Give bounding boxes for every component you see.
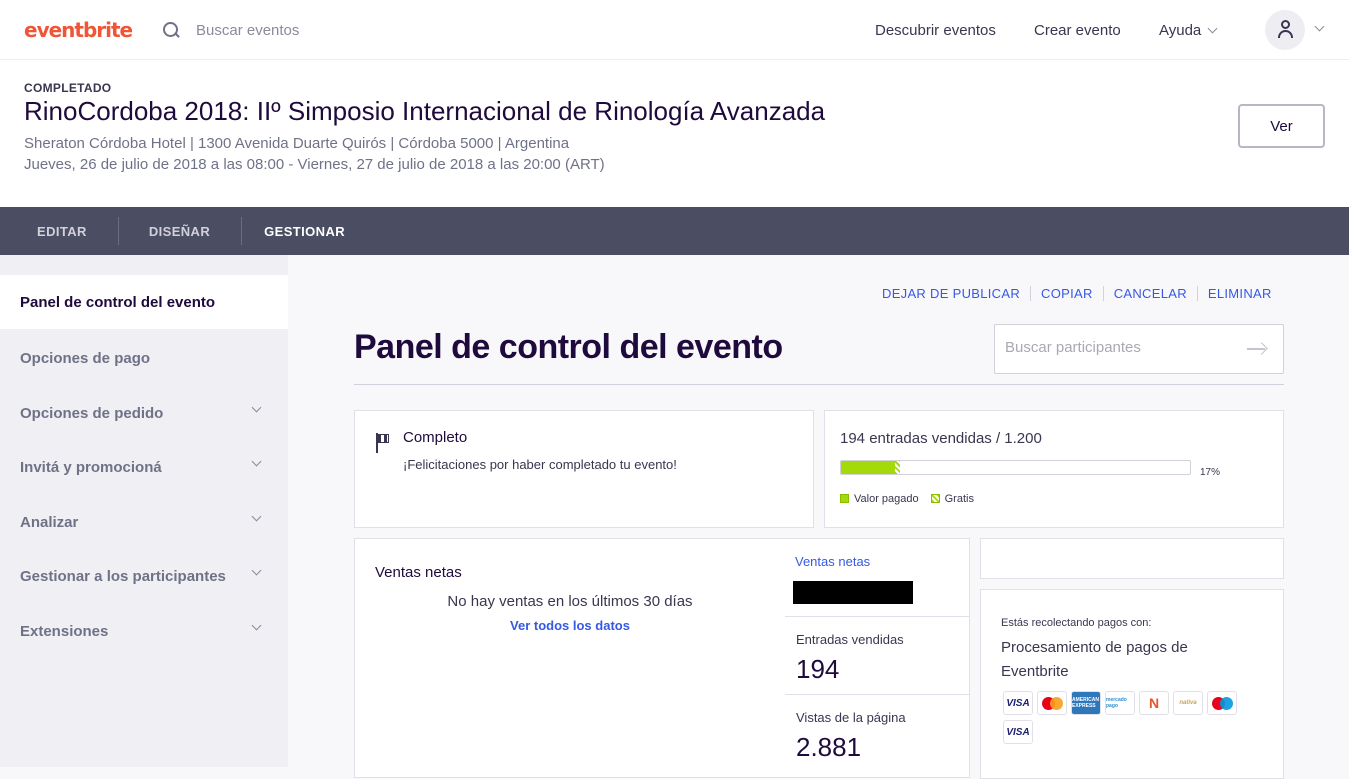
legend-paid: Valor pagado bbox=[840, 493, 919, 505]
completed-title: Completo bbox=[403, 429, 468, 446]
sidebar: Panel de control del evento Opciones de … bbox=[0, 255, 288, 767]
sidebar-item-invite-promote[interactable]: Invitá y promocioná bbox=[0, 440, 288, 494]
net-sales-title: Ventas netas bbox=[375, 564, 462, 581]
tickets-progress-bar bbox=[840, 460, 1191, 475]
chevron-down-icon bbox=[251, 620, 262, 631]
sidebar-item-label: Analizar bbox=[20, 513, 79, 531]
stats-column: Ventas netas Entradas vendidas 194 Vista… bbox=[785, 539, 969, 772]
view-event-button[interactable]: Ver bbox=[1238, 104, 1325, 148]
free-swatch-icon bbox=[930, 494, 940, 503]
american-express-logo-icon: AMERICAN EXPRESS bbox=[1071, 691, 1101, 715]
tickets-sold-card: 194 entradas vendidas / 1.200 17% Valor … bbox=[824, 410, 1284, 528]
divider bbox=[354, 384, 1284, 385]
chevron-down-icon[interactable] bbox=[1314, 21, 1325, 32]
tab-manage[interactable]: GESTIONAR bbox=[241, 207, 376, 255]
copy-link[interactable]: COPIAR bbox=[1030, 286, 1103, 301]
progress-legend: Valor pagado Gratis bbox=[840, 493, 974, 505]
page-views-label: Vistas de la página bbox=[796, 710, 906, 725]
event-search[interactable] bbox=[162, 18, 496, 42]
visa-logo-icon: VISA bbox=[1003, 720, 1033, 744]
maestro-logo-icon bbox=[1207, 691, 1237, 715]
event-date: Jueves, 26 de julio de 2018 a las 08:00 … bbox=[24, 156, 605, 173]
naranja-logo-icon: N bbox=[1139, 691, 1169, 715]
mercado-pago-logo-icon: mercado pago bbox=[1105, 691, 1135, 715]
completed-subtitle: ¡Felicitaciones por haber completado tu … bbox=[403, 457, 677, 472]
payments-card: Estás recolectando pagos con: Procesamie… bbox=[980, 589, 1284, 779]
sidebar-item-label: Extensiones bbox=[20, 622, 109, 640]
chevron-down-icon bbox=[251, 565, 262, 576]
tickets-sold-title: 194 entradas vendidas / 1.200 bbox=[840, 430, 1042, 447]
tickets-sold-value: 194 bbox=[796, 654, 840, 684]
user-menu-button[interactable] bbox=[1265, 10, 1305, 50]
create-event-link[interactable]: Crear evento bbox=[1034, 22, 1121, 39]
progress-percent: 17% bbox=[1200, 467, 1221, 478]
chevron-down-icon bbox=[251, 456, 262, 467]
chevron-down-icon bbox=[1207, 23, 1218, 34]
payments-title: Procesamiento de pagos de Eventbrite bbox=[1001, 639, 1188, 680]
unpublish-link[interactable]: DEJAR DE PUBLICAR bbox=[882, 286, 1030, 301]
sidebar-item-label: Invitá y promocioná bbox=[20, 458, 162, 476]
attendee-search-input[interactable] bbox=[1005, 339, 1235, 356]
page-views-value: 2.881 bbox=[796, 732, 862, 762]
mastercard-logo-icon bbox=[1037, 691, 1067, 715]
sidebar-item-label: Gestionar a los participantes bbox=[20, 567, 226, 585]
legend-free: Gratis bbox=[930, 493, 974, 505]
event-tabs: EDITAR DISEÑAR GESTIONAR bbox=[0, 207, 1349, 255]
payment-logos: VISA AMERICAN EXPRESS mercado pago N nat… bbox=[1003, 691, 1253, 744]
progress-fill bbox=[841, 461, 901, 474]
paid-swatch-icon bbox=[840, 494, 849, 503]
help-label: Ayuda bbox=[1159, 22, 1202, 39]
sidebar-item-dashboard[interactable]: Panel de control del evento bbox=[0, 275, 288, 330]
cancel-link[interactable]: CANCELAR bbox=[1102, 286, 1197, 301]
attendee-search[interactable] bbox=[994, 324, 1284, 374]
event-venue: Sheraton Córdoba Hotel | 1300 Avenida Du… bbox=[24, 135, 570, 152]
sidebar-item-order-options[interactable]: Opciones de pedido bbox=[0, 386, 288, 440]
net-sales-link[interactable]: Ventas netas bbox=[795, 554, 870, 569]
view-all-data-link: Ver todos los datos bbox=[355, 618, 785, 633]
event-status: COMPLETADO bbox=[24, 81, 112, 95]
sidebar-item-payment-options[interactable]: Opciones de pago bbox=[0, 331, 288, 385]
tab-edit[interactable]: EDITAR bbox=[0, 207, 118, 255]
tickets-sold-label: Entradas vendidas bbox=[796, 632, 904, 647]
delete-link[interactable]: ELIMINAR bbox=[1196, 286, 1282, 301]
tickets-sold-stat: Entradas vendidas 194 bbox=[785, 616, 969, 694]
tab-design[interactable]: DISEÑAR bbox=[117, 207, 241, 255]
progress-fill-free bbox=[895, 461, 901, 474]
nativa-logo-icon: nativa bbox=[1173, 691, 1203, 715]
event-title: RinoCordoba 2018: IIº Simposio Internaci… bbox=[24, 96, 826, 126]
sidebar-item-analyze[interactable]: Analizar bbox=[0, 495, 288, 549]
event-header: COMPLETADO RinoCordoba 2018: IIº Simposi… bbox=[0, 60, 1349, 207]
chevron-down-icon bbox=[251, 511, 262, 522]
top-navbar: eventbrite Descubrir eventos Crear event… bbox=[0, 0, 1349, 60]
page-views-stat: Vistas de la página 2.881 bbox=[785, 694, 969, 772]
event-search-input[interactable] bbox=[196, 21, 496, 39]
empty-card bbox=[980, 538, 1284, 579]
visa-logo-icon: VISA bbox=[1003, 691, 1033, 715]
arrow-right-icon[interactable] bbox=[1247, 342, 1267, 356]
help-menu[interactable]: Ayuda bbox=[1159, 22, 1218, 39]
sidebar-item-label: Opciones de pedido bbox=[20, 404, 164, 422]
chevron-down-icon bbox=[251, 402, 262, 413]
page-title: Panel de control del evento bbox=[354, 328, 783, 366]
search-icon bbox=[162, 21, 180, 39]
sidebar-item-extensions[interactable]: Extensiones bbox=[0, 604, 288, 658]
flag-icon bbox=[375, 433, 391, 453]
event-actions: DEJAR DE PUBLICAR COPIAR CANCELAR ELIMIN… bbox=[882, 286, 1282, 301]
redacted-value bbox=[793, 581, 913, 604]
no-sales-message: No hay ventas en los últimos 30 días bbox=[447, 593, 693, 610]
completed-card: Completo ¡Felicitaciones por haber compl… bbox=[354, 410, 814, 528]
payments-label: Estás recolectando pagos con: bbox=[1001, 617, 1152, 629]
sidebar-item-label: Opciones de pago bbox=[20, 349, 151, 367]
discover-events-link[interactable]: Descubrir eventos bbox=[875, 22, 996, 39]
sidebar-item-manage-attendees[interactable]: Gestionar a los participantes bbox=[0, 549, 288, 603]
eventbrite-logo[interactable]: eventbrite bbox=[24, 18, 133, 42]
view-all-data-link-label[interactable]: Ver todos los datos bbox=[510, 618, 630, 633]
